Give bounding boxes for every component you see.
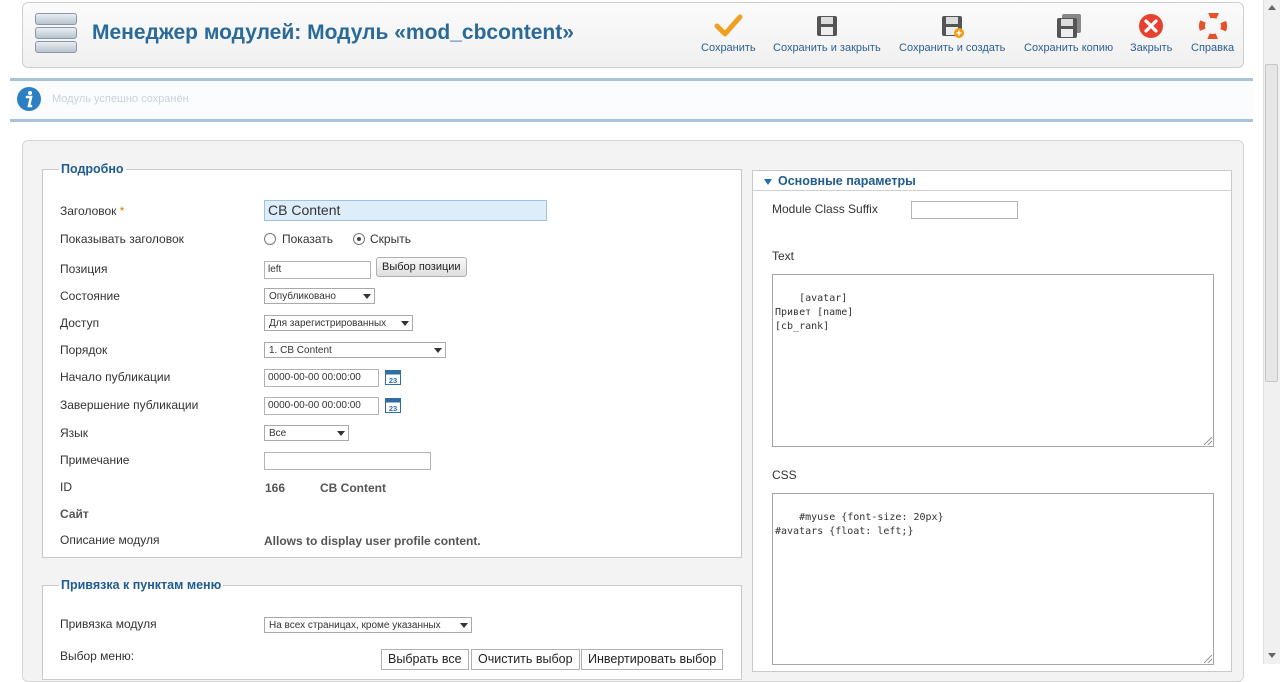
page-title: Менеджер модулей: Модуль «mod_cbcontent» (92, 21, 574, 44)
save-close-button-label: Сохранить и закрыть (773, 42, 881, 54)
state-label: Состояние (60, 289, 120, 303)
close-button[interactable]: Закрыть (1130, 13, 1172, 54)
basic-params-title: Основные параметры (778, 174, 916, 188)
access-select[interactable]: Для зарегистрированных (264, 315, 413, 331)
details-legend: Подробно (61, 162, 124, 176)
menu-select-label: Выбор меню: (60, 649, 135, 663)
toolbar-header: Менеджер модулей: Модуль «mod_cbcontent»… (22, 2, 1244, 68)
text-textarea[interactable]: [avatar] Привет [name] [cb_rank] (772, 274, 1214, 447)
chevron-down-icon (764, 179, 772, 185)
note-label: Примечание (60, 453, 130, 467)
css-textarea-value: #myuse {font-size: 20px} #avatars {float… (775, 512, 944, 537)
checkmark-icon (714, 14, 743, 37)
order-select-value: 1. CB Content (269, 345, 332, 356)
close-icon (1139, 14, 1164, 38)
id-module-name: CB Content (320, 481, 386, 495)
save-new-button-label: Сохранить и создать (899, 42, 1006, 54)
system-message: Модуль успешно сохранён (10, 78, 1253, 122)
menu-assignment-panel: Привязка к пунктам меню Привязка модуля … (42, 578, 742, 680)
save-copy-button[interactable]: Сохранить копию (1024, 13, 1113, 54)
language-select[interactable]: Все (264, 425, 349, 441)
scroll-down-icon[interactable] (1268, 653, 1276, 658)
order-select[interactable]: 1. CB Content (264, 342, 446, 358)
state-select-value: Опубликовано (269, 291, 336, 302)
resize-grip-icon[interactable] (1204, 655, 1212, 663)
chevron-down-icon (460, 623, 468, 628)
clear-selection-button[interactable]: Очистить выбор (471, 649, 580, 670)
css-label: CSS (772, 468, 797, 482)
state-select[interactable]: Опубликовано (264, 288, 375, 304)
id-value: 166 (265, 481, 286, 495)
basic-params-toggle[interactable]: Основные параметры (752, 170, 1232, 191)
css-textarea[interactable]: #myuse {font-size: 20px} #avatars {float… (772, 493, 1214, 665)
class-suffix-label: Module Class Suffix (772, 202, 878, 216)
info-icon (17, 87, 41, 111)
select-all-button[interactable]: Выбрать все (381, 649, 469, 670)
save-button-label: Сохранить (701, 42, 756, 54)
help-button[interactable]: Справка (1191, 13, 1234, 54)
required-mark: * (119, 204, 125, 218)
resize-grip-icon[interactable] (1204, 437, 1212, 445)
calendar-day: 23 (389, 404, 397, 413)
save-copy-icon (1056, 14, 1081, 38)
chevron-down-icon (434, 348, 442, 353)
module-assignment-select-value: На всех страницах, кроме указанных (269, 620, 441, 631)
module-manager-icon (35, 11, 77, 55)
menu-assignment-legend: Привязка к пунктам меню (61, 578, 222, 592)
close-button-label: Закрыть (1130, 42, 1173, 54)
description-label: Описание модуля (60, 533, 160, 547)
invert-selection-button[interactable]: Инвертировать выбор (581, 649, 724, 670)
publish-end-input[interactable]: 0000-00-00 00:00:00 (264, 397, 379, 415)
help-lifebuoy-icon (1198, 13, 1227, 39)
chevron-down-icon (363, 294, 371, 299)
title-label: Заголовок (60, 204, 117, 218)
save-button[interactable]: Сохранить (701, 13, 756, 54)
note-input[interactable] (264, 452, 431, 470)
help-button-label: Справка (1191, 42, 1235, 54)
save-new-button[interactable]: Сохранить и создать (899, 13, 1005, 54)
access-label: Доступ (60, 316, 100, 330)
calendar-icon[interactable]: 23 (385, 397, 401, 413)
chevron-down-icon (401, 321, 409, 326)
scroll-up-icon[interactable] (1268, 5, 1276, 10)
show-title-option-show: Показать (282, 232, 334, 246)
chevron-down-icon (337, 431, 345, 436)
order-label: Порядок (60, 343, 108, 357)
description-value: Allows to display user profile content. (264, 534, 481, 548)
basic-params-panel: Module Class Suffix Text [avatar] Привет… (752, 190, 1232, 672)
id-label: ID (60, 480, 72, 494)
publish-start-label: Начало публикации (60, 370, 171, 384)
save-close-icon (816, 16, 837, 36)
calendar-day: 23 (389, 376, 397, 385)
save-copy-button-label: Сохранить копию (1024, 42, 1114, 54)
class-suffix-input[interactable] (911, 201, 1018, 219)
site-label: Сайт (60, 507, 89, 521)
module-assignment-select[interactable]: На всех страницах, кроме указанных (264, 617, 472, 633)
title-input[interactable]: CB Content (264, 200, 547, 221)
save-new-icon (942, 16, 965, 38)
position-label: Позиция (60, 262, 108, 276)
select-position-button[interactable]: Выбор позиции (376, 257, 467, 277)
show-title-radio-show[interactable] (264, 233, 276, 245)
details-panel: Подробно Заголовок * CB Content Показыва… (42, 162, 742, 558)
scrollbar-thumb[interactable] (1265, 64, 1278, 382)
text-label: Text (772, 249, 795, 263)
language-select-value: Все (269, 428, 287, 439)
position-input[interactable]: left (264, 261, 371, 279)
save-close-button[interactable]: Сохранить и закрыть (773, 13, 881, 54)
publish-end-label: Завершение публикации (60, 398, 199, 412)
module-assignment-label: Привязка модуля (60, 617, 157, 631)
message-text: Модуль успешно сохранён (52, 93, 189, 105)
show-title-option-hide: Скрыть (370, 232, 411, 246)
show-title-radio-hide[interactable] (353, 233, 365, 245)
language-label: Язык (60, 426, 89, 440)
access-select-value: Для зарегистрированных (269, 318, 387, 329)
title-row: Заголовок * (60, 201, 124, 221)
calendar-icon[interactable]: 23 (385, 369, 401, 385)
show-title-label: Показывать заголовок (60, 232, 184, 246)
text-textarea-value: [avatar] Привет [name] [cb_rank] (775, 293, 854, 332)
publish-start-input[interactable]: 0000-00-00 00:00:00 (264, 369, 379, 387)
